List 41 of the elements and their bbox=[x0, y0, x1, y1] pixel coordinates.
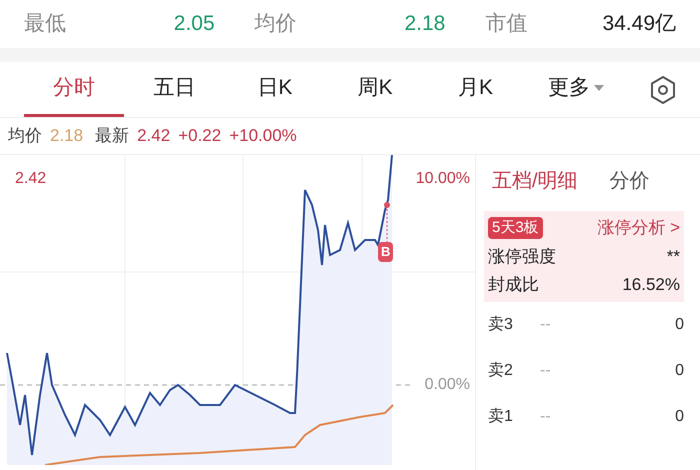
order-label: 卖1 bbox=[487, 406, 514, 426]
limit-up-badge: 5天3板 bbox=[488, 216, 543, 239]
info-label: 均价 bbox=[8, 125, 42, 148]
limit-up-value: 16.52% bbox=[622, 274, 680, 296]
stat-label: 均价 bbox=[254, 11, 297, 38]
chart-tab[interactable]: 五日 bbox=[124, 62, 225, 117]
info-value: +0.22 bbox=[178, 125, 222, 148]
limit-up-label: 封成比 bbox=[488, 274, 539, 296]
stat-label: 市值 bbox=[485, 11, 528, 38]
chart-tab[interactable]: 月K bbox=[425, 62, 526, 117]
stat-value: 34.49亿 bbox=[602, 11, 676, 38]
info-value: 2.18 bbox=[50, 125, 84, 148]
limit-up-value: ** bbox=[666, 246, 680, 268]
limit-up-analysis-link[interactable]: 涨停分析 > bbox=[597, 215, 680, 240]
info-label: 最新 bbox=[95, 125, 130, 148]
info-value: +10.00% bbox=[229, 125, 297, 148]
caret-icon bbox=[594, 85, 604, 91]
order-price: -- bbox=[540, 314, 551, 334]
price-axis-label: 2.42 bbox=[15, 169, 46, 189]
order-price: -- bbox=[540, 360, 551, 380]
chart-tab[interactable]: 更多 bbox=[526, 62, 626, 117]
buy-marker: B bbox=[378, 242, 394, 262]
percent-axis-label: 10.00% bbox=[416, 169, 470, 189]
order-label: 卖2 bbox=[487, 360, 514, 380]
stat-label: 最低 bbox=[24, 11, 66, 38]
order-volume: 0 bbox=[675, 314, 684, 334]
info-value: 2.42 bbox=[137, 125, 170, 148]
order-volume: 0 bbox=[675, 406, 684, 426]
stat-value: 2.05 bbox=[174, 11, 215, 38]
settings-icon[interactable] bbox=[650, 76, 676, 104]
order-price: -- bbox=[540, 406, 551, 426]
order-label: 卖3 bbox=[487, 314, 514, 334]
panel-tab[interactable]: 五档/明细 bbox=[492, 166, 578, 196]
stat-value: 2.18 bbox=[404, 11, 446, 38]
panel-tab[interactable]: 分价 bbox=[610, 166, 650, 196]
limit-up-label: 涨停强度 bbox=[488, 246, 556, 268]
buy-point-marker bbox=[384, 202, 390, 244]
chart-tab[interactable]: 日K bbox=[224, 62, 325, 117]
order-volume: 0 bbox=[675, 360, 684, 380]
chart-tab[interactable]: 分时 bbox=[24, 62, 124, 117]
chart-tab[interactable]: 周K bbox=[324, 62, 426, 117]
